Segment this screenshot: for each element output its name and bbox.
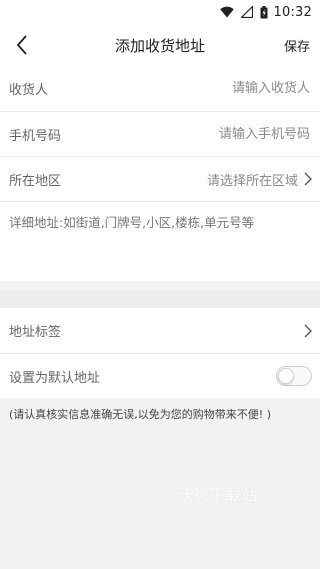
section-divider: [0, 291, 320, 308]
address-tag-row[interactable]: 地址标签: [0, 308, 320, 353]
status-time: 10:32: [273, 4, 312, 20]
phone-label: 手机号码: [9, 128, 62, 144]
battery-icon: [260, 5, 268, 19]
region-label: 所在地区: [9, 173, 62, 189]
watermark: 沃德下载站: [178, 486, 259, 504]
options-form: 地址标签 设置为默认地址: [0, 308, 320, 398]
page-title: 添加收货地址: [114, 36, 205, 55]
default-address-row: 设置为默认地址: [0, 353, 320, 398]
phone-input[interactable]: [158, 125, 312, 143]
region-placeholder: 请选择所在区域: [206, 173, 298, 189]
detail-address-section: [0, 201, 320, 281]
default-address-toggle[interactable]: [276, 366, 312, 386]
signal-icon: [240, 6, 253, 18]
save-button[interactable]: 保存: [284, 36, 310, 55]
region-row[interactable]: 所在地区 请选择所在区域: [0, 156, 320, 201]
detail-address-input[interactable]: [9, 212, 311, 272]
status-bar: 10:32: [0, 0, 320, 24]
chevron-right-icon: [304, 324, 312, 338]
chevron-right-icon: [304, 172, 312, 186]
address-tag-label: 地址标签: [9, 325, 62, 340]
phone-row: 手机号码: [0, 111, 320, 156]
toggle-knob: [278, 368, 294, 384]
wifi-icon: [219, 6, 234, 18]
receiver-input[interactable]: [158, 80, 312, 97]
default-address-label: 设置为默认地址: [9, 370, 101, 386]
back-arrow-icon[interactable]: [8, 31, 36, 59]
receiver-label: 收货人: [9, 83, 49, 98]
nav-bar: 添加收货地址 保存: [0, 24, 320, 66]
hint-note: (请认真核实信息准确无误,以免为您的购物带来不便! ): [9, 408, 271, 421]
address-form: 收货人 手机号码 所在地区 请选择所在区域: [0, 66, 320, 281]
receiver-row: 收货人: [0, 66, 320, 111]
